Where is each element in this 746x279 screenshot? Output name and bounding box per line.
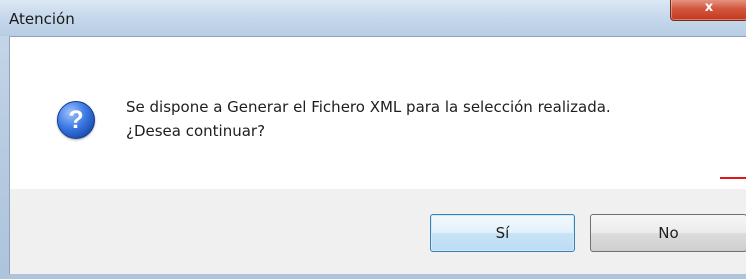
close-button[interactable]: x <box>670 0 746 21</box>
dialog-client-area: ? Se dispone a Generar el Fichero XML pa… <box>9 36 746 274</box>
no-button[interactable]: No <box>590 214 746 252</box>
yes-button[interactable]: Sí <box>430 214 575 252</box>
question-icon: ? <box>57 101 95 139</box>
message-line-2: ¿Desea continuar? <box>126 122 266 140</box>
close-icon: x <box>704 0 714 15</box>
message-line-1: Se dispone a Generar el Fichero XML para… <box>126 98 611 116</box>
red-line-mark <box>720 177 746 179</box>
message-area: ? Se dispone a Generar el Fichero XML pa… <box>10 37 746 189</box>
title-bar[interactable]: Atención x <box>0 0 746 36</box>
dialog-title: Atención <box>9 10 75 28</box>
dialog-window: Atención x ? Se dispone a Generar el Fic… <box>0 0 746 279</box>
